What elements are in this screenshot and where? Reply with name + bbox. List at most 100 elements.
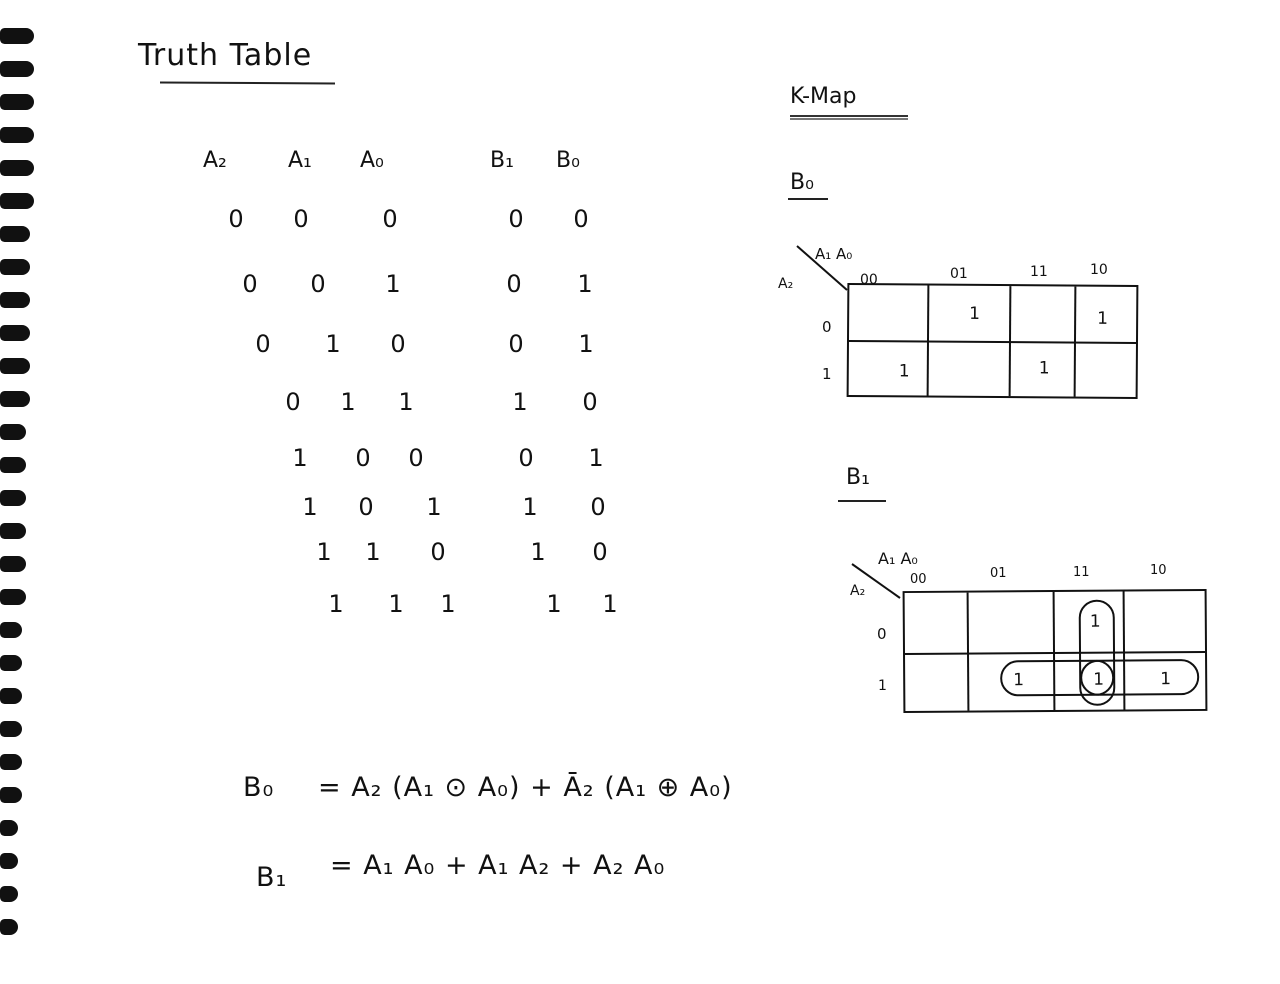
equation-b0-lhs: B₀ — [243, 772, 275, 803]
binder-ring — [0, 127, 34, 143]
truth-table-cell: 0 — [310, 270, 326, 298]
binder-ring — [0, 226, 30, 242]
binder-ring — [0, 61, 34, 77]
binder-ring — [0, 820, 18, 836]
truth-table-cell: 0 — [508, 330, 524, 358]
truth-table-cell: 1 — [365, 538, 381, 566]
kmap-b0-corner-diagonal — [796, 245, 848, 291]
kmap-b1-grid: 1 1 1 1 — [902, 588, 1208, 714]
truth-table-cell: 0 — [242, 270, 258, 298]
truth-table-cell: 1 — [546, 590, 562, 618]
page-title: Truth Table — [138, 38, 313, 73]
truth-table-cell: 0 — [355, 444, 371, 472]
truth-table-cell: 1 — [522, 493, 538, 521]
truth-table-cell: 0 — [390, 330, 406, 358]
kmap-b1-corner-diagonal — [851, 563, 901, 599]
binder-ring — [0, 325, 30, 341]
kmap-b0-col-01: 01 — [950, 266, 968, 282]
truth-table-cell: 0 — [255, 330, 271, 358]
binder-ring — [0, 259, 30, 275]
truth-table-cell: 0 — [285, 388, 301, 416]
kmap-b1-label-underline — [838, 500, 886, 502]
binder-ring — [0, 490, 26, 506]
truth-table-cell: 1 — [328, 590, 344, 618]
truth-table-cell: 1 — [426, 493, 442, 521]
kmap-title-underline — [790, 115, 908, 117]
kmap-b0-col-11: 11 — [1030, 264, 1048, 280]
equation-b0-rhs: = A₂ (A₁ ⊙ A₀) + Ā₂ (A₁ ⊕ A₀) — [318, 772, 733, 803]
binder-ring — [0, 589, 26, 605]
binder-ring — [0, 787, 22, 803]
binder-ring — [0, 919, 18, 935]
truth-table-cell: 1 — [340, 388, 356, 416]
header-a1: A₁ — [288, 148, 312, 173]
title-underline — [159, 81, 336, 85]
truth-table-cell: 1 — [385, 270, 401, 298]
binder-ring — [0, 358, 30, 374]
truth-table-cell: 0 — [592, 538, 608, 566]
binder-ring — [0, 556, 26, 572]
binder-ring — [0, 622, 22, 638]
binder-ring — [0, 292, 30, 308]
kmap-b1-label: B₁ — [846, 465, 870, 490]
truth-table-cell: 0 — [430, 538, 446, 566]
truth-table-cell: 1 — [577, 270, 593, 298]
header-a0: A₀ — [360, 148, 384, 173]
equation-b1-lhs: B₁ — [256, 862, 288, 893]
kmap-b1-col-10: 10 — [1150, 563, 1167, 578]
kmap-b0-row-0: 0 — [822, 318, 832, 336]
kmap-b0-label: B₀ — [790, 170, 814, 195]
truth-table-cell: 0 — [508, 205, 524, 233]
truth-table-cell: 0 — [506, 270, 522, 298]
binder-ring — [0, 457, 26, 473]
binder-ring — [0, 523, 26, 539]
kmap-b1-group-row-right — [1080, 658, 1200, 696]
binder-ring — [0, 391, 30, 407]
kmap-b0-cell-0-10: 1 — [1097, 308, 1109, 329]
truth-table-cell: 0 — [573, 205, 589, 233]
kmap-b0-row-var: A₂ — [778, 276, 794, 292]
binder-ring — [0, 721, 22, 737]
header-a2: A₂ — [203, 148, 227, 173]
kmap-b0-col-10: 10 — [1090, 262, 1108, 278]
kmap-b1-col-00: 00 — [910, 572, 927, 587]
kmap-b1-row-0: 0 — [877, 625, 887, 643]
binder-ring — [0, 886, 18, 902]
truth-table-cell: 0 — [293, 205, 309, 233]
header-b0: B₀ — [556, 148, 580, 173]
equation-b1-rhs: = A₁ A₀ + A₁ A₂ + A₂ A₀ — [330, 850, 666, 881]
truth-table-cell: 1 — [292, 444, 308, 472]
header-b1: B₁ — [490, 148, 514, 173]
binder-ring — [0, 853, 18, 869]
kmap-b0-row-1: 1 — [822, 365, 832, 383]
kmap-b0-grid: 1 1 1 1 — [846, 282, 1139, 400]
truth-table-cell: 0 — [582, 388, 598, 416]
binder-ring — [0, 655, 22, 671]
truth-table-cell: 0 — [382, 205, 398, 233]
truth-table-cell: 1 — [316, 538, 332, 566]
truth-table-cell: 1 — [325, 330, 341, 358]
binder-ring — [0, 193, 34, 209]
kmap-b0-cell-1-00: 1 — [898, 361, 910, 382]
kmap-b0-label-underline — [788, 198, 828, 200]
truth-table-cell: 1 — [512, 388, 528, 416]
truth-table-cell: 0 — [358, 493, 374, 521]
kmap-b1-row-1: 1 — [878, 678, 887, 694]
binder-ring — [0, 754, 22, 770]
truth-table-cell: 1 — [588, 444, 604, 472]
kmap-title: K-Map — [790, 84, 857, 109]
truth-table-cell: 1 — [440, 590, 456, 618]
kmap-b0-cell-1-11: 1 — [1038, 358, 1050, 379]
binder-ring — [0, 94, 34, 110]
binder-ring — [0, 160, 34, 176]
truth-table-cell: 1 — [302, 493, 318, 521]
truth-table-cell: 1 — [578, 330, 594, 358]
truth-table-cell: 0 — [408, 444, 424, 472]
truth-table-cell: 1 — [602, 590, 618, 618]
truth-table-cell: 0 — [590, 493, 606, 521]
truth-table-cell: 0 — [518, 444, 534, 472]
binder-ring — [0, 424, 26, 440]
kmap-b1-col-11: 11 — [1073, 565, 1090, 580]
kmap-b0-cell-0-01: 1 — [969, 303, 981, 324]
truth-table-cell: 1 — [398, 388, 414, 416]
